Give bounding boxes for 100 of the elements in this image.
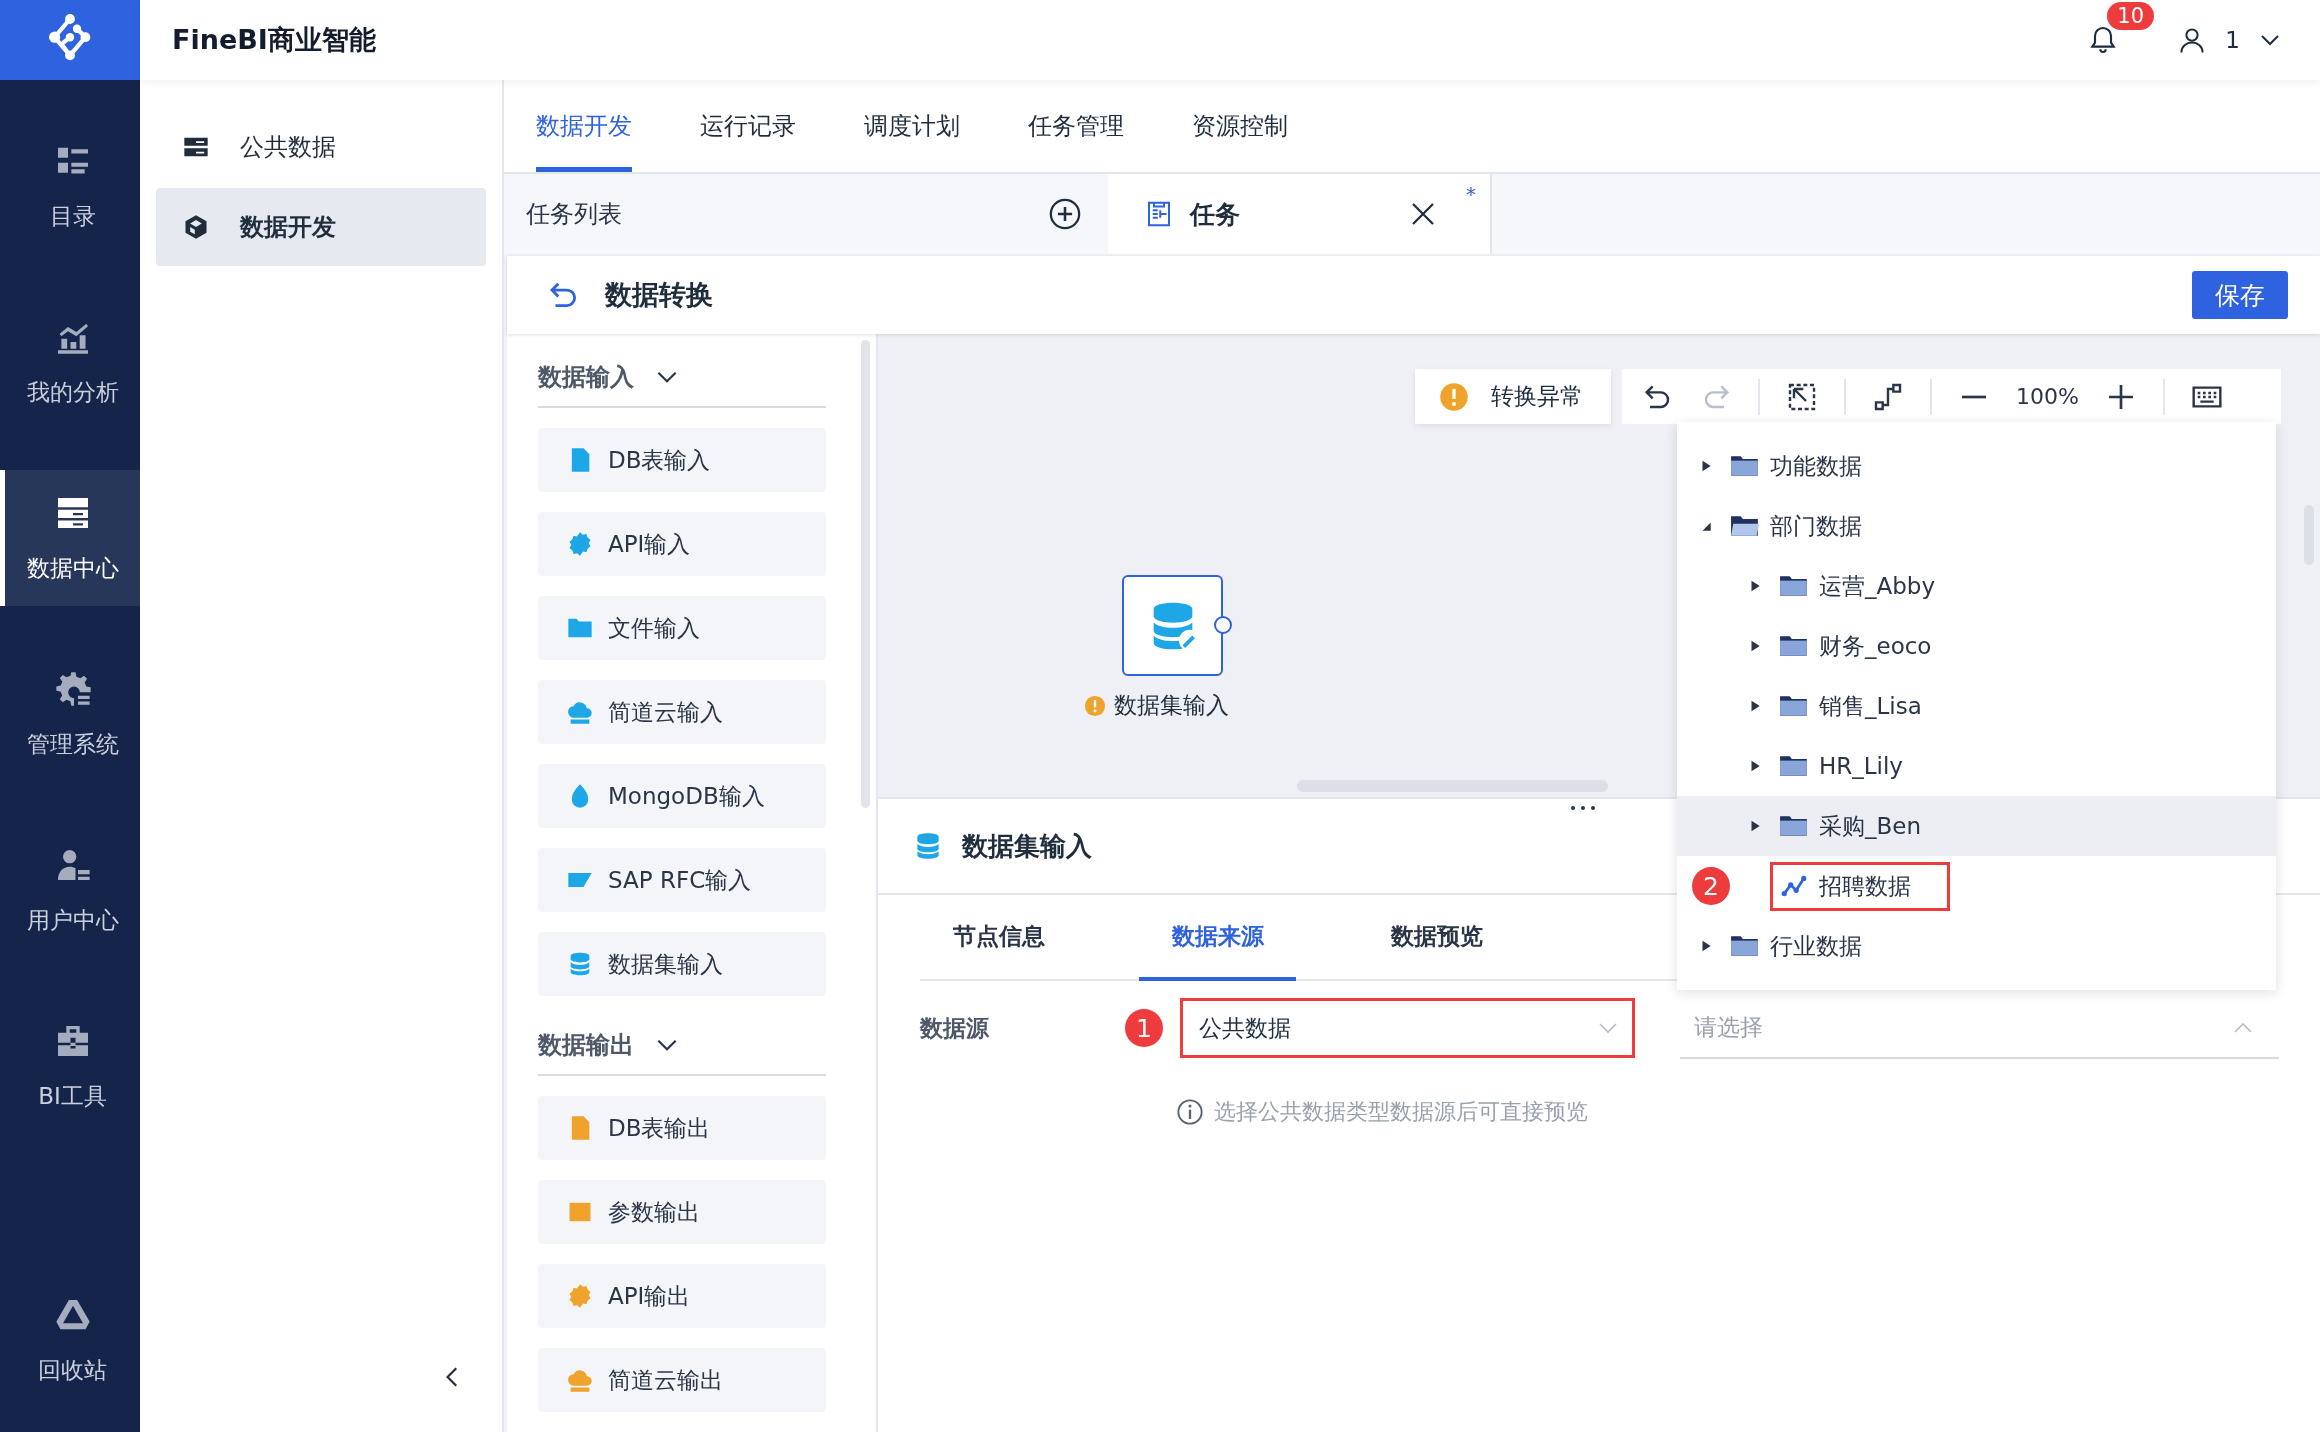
folder-icon <box>1779 693 1809 719</box>
task-list-title: 任务列表 <box>526 199 622 230</box>
editor-title: 数据转换 <box>605 278 713 312</box>
palette-label: 简道云输入 <box>608 697 723 727</box>
palette-label: 文件输入 <box>608 613 700 643</box>
field-label: 数据源 <box>920 1013 990 1043</box>
tree-item[interactable]: 行业数据 <box>1677 916 2276 976</box>
nav-label: 数据中心 <box>26 553 119 583</box>
tree-item[interactable]: 功能数据 <box>1677 436 2276 496</box>
folder-icon <box>1779 753 1809 779</box>
tree-label: 部门数据 <box>1770 511 1862 541</box>
tab[interactable]: 数据来源 <box>1139 895 1296 981</box>
step-badge: 2 <box>1692 867 1730 905</box>
nav-label: 管理系统 <box>26 729 119 759</box>
task-tab-label: 任务 <box>1190 198 1240 231</box>
palette-label: DB表输出 <box>608 1113 711 1143</box>
tree-label: 销售_Lisa <box>1819 691 1922 721</box>
palette-label: MongoDB输入 <box>608 781 765 811</box>
tree-item[interactable]: 财务_eoco <box>1677 616 2276 676</box>
palette-label: 参数输出 <box>608 1197 700 1227</box>
folder-icon <box>1779 573 1809 599</box>
task-tab[interactable]: 任务 * <box>1108 174 1492 254</box>
palette-item[interactable]: 简道云输出 <box>538 1348 826 1412</box>
palette-item[interactable]: DB表输入 <box>538 428 826 492</box>
nav-item[interactable]: 目录 <box>0 118 140 254</box>
tree-label: 招聘数据 <box>1819 871 1911 901</box>
status-label: 转换异常 <box>1491 382 1583 411</box>
tree-label: 采购_Ben <box>1819 811 1921 841</box>
nav-item[interactable]: 数据中心 <box>0 470 140 606</box>
tab[interactable]: 数据预览 <box>1358 895 1515 981</box>
notification-badge: 10 <box>2107 2 2155 30</box>
nav-label: BI工具 <box>38 1081 107 1111</box>
palette-item[interactable]: MongoDB输入 <box>538 764 826 828</box>
nav-item[interactable]: 我的分析 <box>0 294 140 430</box>
source-select[interactable]: 公共数据 <box>1180 998 1635 1058</box>
save-button[interactable]: 保存 <box>2192 271 2288 319</box>
nav-item[interactable]: 回收站 <box>0 1272 140 1408</box>
add-icon[interactable] <box>1048 197 1082 231</box>
line-chart-icon <box>1779 873 1809 899</box>
panel-title: 数据集输入 <box>962 829 1092 863</box>
side-label: 数据开发 <box>240 212 336 243</box>
dataset-node[interactable] <box>1122 575 1223 676</box>
zoom-level: 100% <box>2016 384 2079 409</box>
folder-icon <box>1779 813 1809 839</box>
palette-item[interactable]: API输入 <box>538 512 826 576</box>
folder-icon <box>1779 633 1809 659</box>
palette-item[interactable]: DB表输出 <box>538 1096 826 1160</box>
tree-label: HR_Lily <box>1819 753 1903 779</box>
nav-label: 回收站 <box>38 1355 107 1385</box>
step-badge: 1 <box>1125 1009 1163 1047</box>
section-header[interactable]: 数据输出 <box>538 1016 826 1076</box>
table-select[interactable]: 请选择 <box>1680 997 2279 1059</box>
tree-label: 功能数据 <box>1770 451 1862 481</box>
drag-handle-icon[interactable] <box>1568 803 1598 813</box>
tab[interactable]: 运行记录 <box>700 80 796 172</box>
palette-item[interactable]: 简道云输入 <box>538 680 826 744</box>
palette-item[interactable]: API输出 <box>538 1264 826 1328</box>
nav-item[interactable]: 管理系统 <box>0 646 140 782</box>
tab[interactable]: 调度计划 <box>864 80 960 172</box>
side-item[interactable]: 公共数据 <box>156 108 486 186</box>
palette-label: DB表输入 <box>608 445 711 475</box>
palette-label: API输出 <box>608 1281 691 1311</box>
tree-item[interactable]: 部门数据 <box>1677 496 2276 556</box>
tree-item[interactable]: 销售_Lisa <box>1677 676 2276 736</box>
folder-icon <box>1730 513 1760 539</box>
nav-item[interactable]: 用户中心 <box>0 822 140 958</box>
tree-item[interactable]: HR_Lily <box>1677 736 2276 796</box>
info-icon <box>1176 1098 1204 1126</box>
palette-label: SAP RFC输入 <box>608 865 752 895</box>
node-label: 数据集输入 <box>1114 691 1229 720</box>
palette-item[interactable]: 数据集输入 <box>538 932 826 996</box>
user-name[interactable]: 1 <box>2225 27 2240 53</box>
tab[interactable]: 节点信息 <box>920 895 1077 981</box>
tree-item[interactable]: 采购_Ben <box>1677 796 2276 856</box>
tree-label: 财务_eoco <box>1819 631 1932 661</box>
folder-icon <box>1730 933 1760 959</box>
folder-icon <box>1730 453 1760 479</box>
tab[interactable]: 任务管理 <box>1028 80 1124 172</box>
tree-item[interactable]: 2 招聘数据 <box>1677 856 2276 916</box>
palette-item[interactable]: 文件输入 <box>538 596 826 660</box>
unsaved-mark: * <box>1466 182 1476 206</box>
section-header[interactable]: 数据输入 <box>538 348 826 408</box>
node-port[interactable] <box>1214 616 1232 634</box>
tree-label: 运营_Abby <box>1819 571 1936 601</box>
scrollbar[interactable] <box>861 340 870 808</box>
tab[interactable]: 资源控制 <box>1192 80 1288 172</box>
side-item[interactable]: 数据开发 <box>156 188 486 266</box>
side-label: 公共数据 <box>240 132 336 163</box>
palette-label: 简道云输出 <box>608 1365 723 1395</box>
nav-label: 目录 <box>49 201 96 231</box>
hint-text: 选择公共数据类型数据源后可直接预览 <box>1214 1098 1588 1126</box>
tree-item[interactable]: 运营_Abby <box>1677 556 2276 616</box>
nav-label: 用户中心 <box>26 905 119 935</box>
palette-label: API输入 <box>608 529 691 559</box>
nav-item[interactable]: BI工具 <box>0 998 140 1134</box>
status-chip[interactable]: 转换异常 <box>1415 369 1611 424</box>
palette-item[interactable]: 参数输出 <box>538 1180 826 1244</box>
warning-icon <box>1439 381 1469 412</box>
palette-label: 数据集输入 <box>608 949 723 979</box>
palette-item[interactable]: SAP RFC输入 <box>538 848 826 912</box>
